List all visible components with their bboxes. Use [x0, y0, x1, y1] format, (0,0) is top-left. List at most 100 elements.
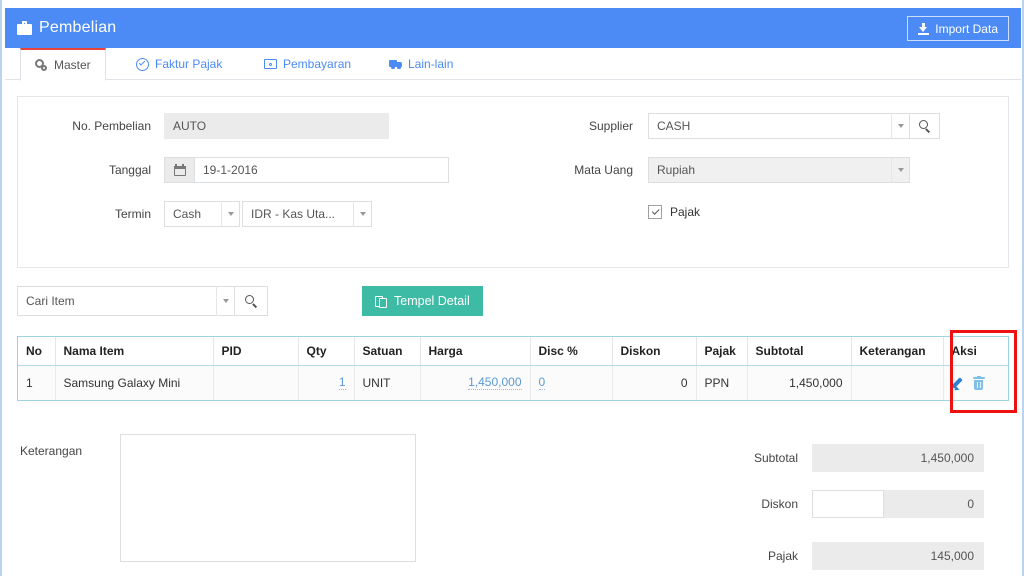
mata-uang-select[interactable]: Rupiah	[648, 157, 910, 183]
item-search-select[interactable]: Cari Item	[17, 286, 235, 316]
search-icon	[918, 120, 931, 133]
pajak-total-value: 145,000	[812, 542, 984, 570]
download-icon	[918, 22, 930, 35]
col-disc-pct: Disc %	[530, 337, 613, 366]
tab-faktur-pajak[interactable]: Faktur Pajak	[122, 48, 236, 80]
trash-icon[interactable]	[972, 375, 985, 390]
termin-value: Cash	[173, 207, 202, 221]
field-pajak: Pajak	[508, 205, 700, 219]
money-icon	[264, 58, 277, 71]
tab-lain-lain[interactable]: Lain-lain	[375, 48, 467, 80]
cell-qty-value[interactable]: 1	[338, 375, 346, 391]
cell-harga-value[interactable]: 1,450,000	[468, 375, 522, 391]
tempel-detail-button[interactable]: Tempel Detail	[362, 286, 483, 316]
cell-disc-pct[interactable]: 0	[530, 365, 613, 400]
supplier-value: CASH	[657, 119, 691, 133]
termin-account-select[interactable]: IDR - Kas Uta...	[242, 201, 372, 227]
pajak-checkbox-group[interactable]: Pajak	[648, 205, 700, 219]
tanggal-group: 19-1-2016	[164, 157, 449, 183]
cell-subtotal: 1,450,000	[747, 365, 852, 400]
cell-aksi	[943, 365, 1008, 400]
pajak-total-label: Pajak	[767, 549, 798, 563]
chevron-down-icon	[221, 201, 239, 227]
master-form-panel: No. Pembelian AUTO Tanggal 19-1-2016 Ter…	[17, 96, 1009, 268]
mata-uang-label: Mata Uang	[574, 163, 633, 177]
col-keterangan: Keterangan	[851, 337, 944, 366]
supplier-group: CASH	[648, 113, 940, 139]
items-table: No Nama Item PID Qty Satuan Harga Disc %…	[17, 336, 1009, 401]
col-aksi: Aksi	[943, 337, 1008, 366]
cell-disc-pct-value[interactable]: 0	[538, 375, 546, 391]
paste-icon	[375, 295, 387, 308]
cell-pid	[213, 365, 299, 400]
window-titlebar: Pembelian Import Data	[5, 8, 1021, 48]
tab-pembayaran[interactable]: Pembayaran	[250, 48, 365, 80]
termin-account-value: IDR - Kas Uta...	[251, 207, 336, 221]
pajak-checkbox[interactable]	[648, 205, 662, 219]
item-search-input[interactable]: Cari Item	[18, 294, 216, 308]
keterangan-textarea[interactable]	[120, 434, 416, 562]
cell-satuan: UNIT	[354, 365, 421, 400]
no-pembelian-input[interactable]: AUTO	[164, 113, 389, 139]
field-tanggal: Tanggal 19-1-2016	[18, 157, 449, 183]
diskon-value: 0	[884, 490, 984, 518]
pencil-icon[interactable]	[950, 376, 966, 393]
col-satuan: Satuan	[354, 337, 421, 366]
tab-pembayaran-label: Pembayaran	[283, 57, 352, 71]
titlebar-left: Pembelian	[5, 19, 116, 37]
mata-uang-value: Rupiah	[657, 163, 696, 177]
page-title: Pembelian	[39, 19, 117, 36]
cell-harga[interactable]: 1,450,000	[420, 365, 531, 400]
termin-label: Termin	[114, 207, 151, 221]
col-nama-item: Nama Item	[55, 337, 214, 366]
tab-faktur-pajak-label: Faktur Pajak	[155, 57, 223, 71]
termin-select[interactable]: Cash	[164, 201, 240, 227]
cell-qty[interactable]: 1	[298, 365, 355, 400]
gears-icon	[35, 58, 48, 72]
calendar-icon[interactable]	[164, 157, 194, 183]
chevron-down-icon	[353, 201, 371, 227]
search-icon	[245, 295, 257, 308]
truck-icon	[389, 58, 402, 71]
field-no-pembelian: No. Pembelian AUTO	[18, 113, 389, 139]
tanggal-label: Tanggal	[108, 163, 151, 177]
table-row: 1 Samsung Galaxy Mini 1 UNIT 1,450,000 0…	[18, 365, 1008, 400]
chevron-down-icon	[891, 113, 909, 139]
item-search-group: Cari Item	[17, 286, 268, 316]
briefcase-icon	[17, 20, 32, 36]
subtotal-value: 1,450,000	[812, 444, 984, 472]
cell-pajak[interactable]: PPN	[696, 365, 748, 400]
termin-group: Cash IDR - Kas Uta...	[164, 201, 372, 227]
item-search-button[interactable]	[234, 286, 268, 316]
tab-lain-lain-label: Lain-lain	[408, 57, 454, 71]
diskon-input[interactable]	[812, 490, 884, 518]
supplier-label: Supplier	[588, 119, 633, 133]
diskon-label: Diskon	[761, 497, 798, 511]
diskon-group: 0	[812, 490, 984, 518]
total-row-diskon: Diskon 0	[662, 490, 984, 518]
import-data-label: Import Data	[935, 21, 998, 36]
supplier-select[interactable]: CASH	[648, 113, 910, 139]
supplier-search-button[interactable]	[909, 113, 940, 139]
pajak-label: Pajak	[670, 205, 701, 219]
check-circle-icon	[136, 57, 149, 71]
import-data-button[interactable]: Import Data	[907, 16, 1009, 41]
cell-nama-item: Samsung Galaxy Mini	[55, 365, 214, 400]
tab-master[interactable]: Master	[20, 48, 106, 81]
field-mata-uang: Mata Uang Rupiah	[508, 157, 910, 183]
total-row-pajak: Pajak 145,000	[662, 542, 984, 570]
chevron-down-icon	[216, 286, 234, 316]
total-row-subtotal: Subtotal 1,450,000	[662, 444, 984, 472]
col-no: No	[18, 337, 56, 366]
subtotal-label: Subtotal	[753, 451, 798, 465]
tanggal-input[interactable]: 19-1-2016	[194, 157, 449, 183]
col-qty: Qty	[298, 337, 355, 366]
col-diskon: Diskon	[612, 337, 697, 366]
cell-keterangan	[851, 365, 944, 400]
table-header-row: No Nama Item PID Qty Satuan Harga Disc %…	[18, 337, 1008, 366]
keterangan-label: Keterangan	[20, 444, 83, 458]
cell-diskon: 0	[612, 365, 697, 400]
cell-no: 1	[18, 365, 56, 400]
chevron-down-icon	[891, 157, 909, 183]
col-pajak: Pajak	[696, 337, 748, 366]
